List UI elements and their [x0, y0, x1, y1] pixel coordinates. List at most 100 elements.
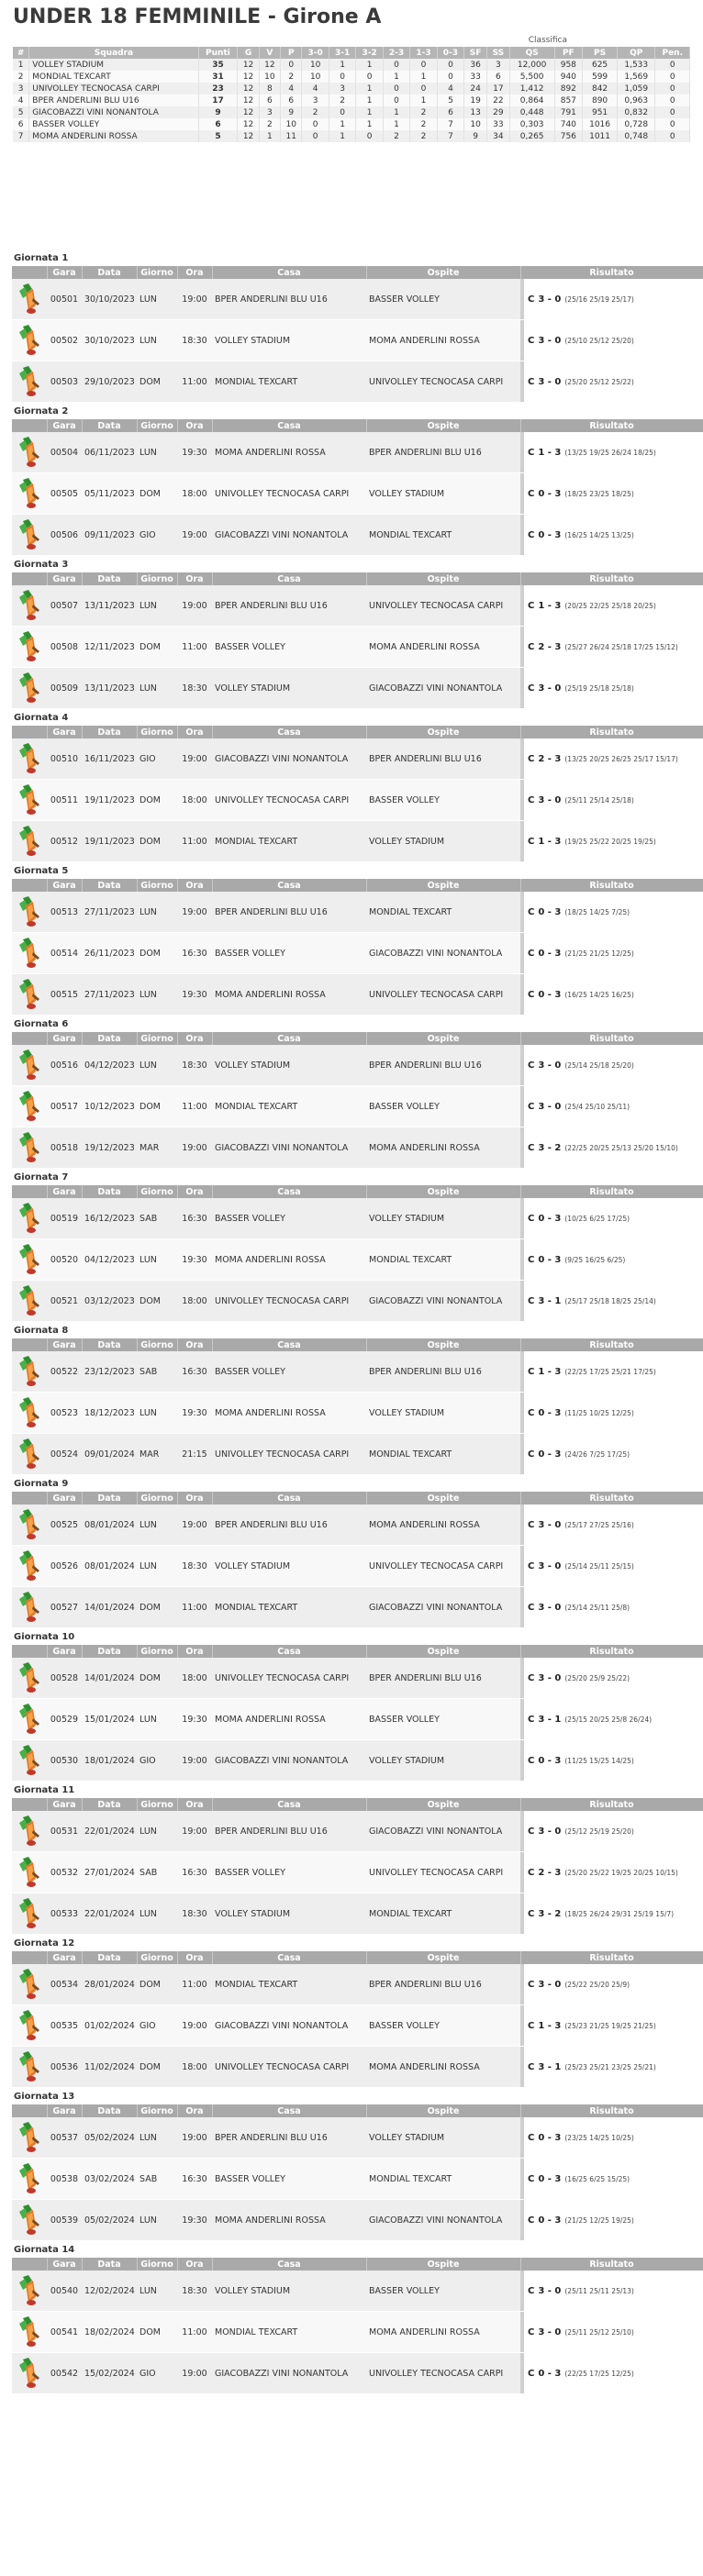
match-row[interactable]: 00542 15/02/2024 GIO 19:00 GIACOBAZZI VINI N…: [12, 2352, 703, 2394]
match-weekday: LUN: [137, 1811, 177, 1852]
match-score: 3 - 0: [538, 1519, 562, 1530]
match-time: 18:30: [177, 1045, 212, 1086]
match-row[interactable]: 00529 15/01/2024 LUN 19:30 MOMA ANDERLINI RO…: [12, 1698, 703, 1740]
match-row[interactable]: 00530 18/01/2024 GIO 19:00 GIACOBAZZI VINI N…: [12, 1739, 703, 1782]
match-row[interactable]: 00540 12/02/2024 LUN 18:30 VOLLEY STADIUM BAS…: [12, 2271, 703, 2312]
page-title: UNDER 18 FEMMINILE - Girone A: [13, 6, 382, 28]
match-away-team: MONDIAL TEXCART: [366, 1238, 520, 1281]
matches-header-cell: Gara: [47, 1798, 83, 1811]
match-row[interactable]: 00506 09/11/2023 GIO 19:00 GIACOBAZZI VINI N…: [12, 514, 703, 556]
match-away-team: VOLLEY STADIUM: [366, 472, 520, 515]
match-set-scores: (18/25 14/25 7/25): [564, 907, 630, 916]
matches-header-cell: Gara: [47, 1492, 83, 1505]
matches-header-cell: Ospite: [366, 1492, 521, 1505]
match-row[interactable]: 00537 05/02/2024 LUN 19:00 BPER ANDERLINI BL…: [12, 2117, 703, 2159]
match-row[interactable]: 00515 27/11/2023 LUN 19:30 MOMA ANDERLINI RO…: [12, 973, 703, 1016]
match-row[interactable]: 00510 16/11/2023 GIO 19:00 GIACOBAZZI VINI N…: [12, 738, 703, 780]
match-row[interactable]: 00517 10/12/2023 DOM 11:00 MONDIAL TEXCART BA…: [12, 1085, 703, 1127]
standings-cell: 0,963: [617, 94, 656, 106]
match-time: 19:30: [177, 973, 212, 1016]
match-score: 3 - 0: [538, 1602, 562, 1613]
match-row[interactable]: 00534 28/01/2024 DOM 11:00 MONDIAL TEXCART BP…: [12, 1964, 703, 2005]
match-row[interactable]: 00531 22/01/2024 LUN 19:00 BPER ANDERLINI BL…: [12, 1811, 703, 1852]
match-row[interactable]: 00508 12/11/2023 DOM 11:00 BASSER VOLLEY MOMA…: [12, 626, 703, 668]
match-row[interactable]: 00521 03/12/2023 DOM 18:00 UNIVOLLEY TECNOCA…: [12, 1280, 703, 1322]
match-time: 11:00: [177, 626, 212, 668]
matches-header-row: Gara Data Giorno Ora Casa Ospite Risultato: [12, 1951, 703, 1964]
match-row[interactable]: 00526 08/01/2024 LUN 18:30 VOLLEY STADIUM UNI…: [12, 1545, 703, 1587]
match-number: 00530: [47, 1739, 82, 1782]
matchday-block: Giornata 10 Gara Data Giorno Ora Casa Ospite Ri…: [0, 1630, 703, 1782]
match-away-team: BASSER VOLLEY: [366, 2004, 520, 2047]
standings-cell: 0: [329, 71, 357, 83]
match-away-team: BASSER VOLLEY: [366, 1698, 520, 1740]
match-set-scores: (22/25 17/25 25/21 17/25): [564, 1367, 656, 1376]
match-number: 00514: [47, 932, 82, 974]
match-row[interactable]: 00539 05/02/2024 LUN 19:30 MOMA ANDERLINI RO…: [12, 2199, 703, 2241]
match-row[interactable]: 00511 19/11/2023 DOM 18:00 UNIVOLLEY TECNOCA…: [12, 779, 703, 821]
match-result-prefix: C: [528, 1407, 535, 1418]
match-result: C1 - 3 (19/25 25/22 20/25 19/25): [520, 820, 703, 862]
match-row[interactable]: 00524 09/01/2024 MAR 21:15 UNIVOLLEY TECNOCA…: [12, 1433, 703, 1475]
matches-header-icon: [12, 572, 48, 585]
match-row[interactable]: 00509 13/11/2023 LUN 18:30 VOLLEY STADIUM GIA…: [12, 667, 703, 709]
match-row[interactable]: 00502 30/10/2023 LUN 18:30 VOLLEY STADIUM MOM…: [12, 319, 703, 361]
match-set-scores: (22/25 17/25 12/25): [564, 2369, 634, 2378]
matches-table: Gara Data Giorno Ora Casa Ospite Risultato 0050…: [12, 572, 703, 709]
match-result-box: C0 - 3 (18/25 23/25 18/25): [520, 473, 703, 514]
match-time: 18:00: [177, 2046, 212, 2088]
match-row[interactable]: 00528 14/01/2024 DOM 18:00 UNIVOLLEY TECNOCA…: [12, 1658, 703, 1699]
match-row[interactable]: 00507 13/11/2023 LUN 19:00 BPER ANDERLINI BL…: [12, 585, 703, 627]
match-score: 3 - 0: [538, 794, 562, 805]
standings-cell: 10: [301, 71, 329, 83]
match-row[interactable]: 00501 30/10/2023 LUN 19:00 BPER ANDERLINI BL…: [12, 279, 703, 320]
match-row[interactable]: 00513 27/11/2023 LUN 19:00 BPER ANDERLINI BL…: [12, 892, 703, 933]
match-number: 00513: [47, 892, 82, 933]
match-date: 06/11/2023: [82, 432, 137, 473]
match-row[interactable]: 00518 19/12/2023 MAR 19:00 GIACOBAZZI VINI N…: [12, 1127, 703, 1169]
match-result-box: C3 - 0 (25/17 27/25 25/16): [520, 1505, 703, 1545]
match-home-team: GIACOBAZZI VINI NONANTOLA: [212, 1127, 366, 1169]
match-row[interactable]: 00520 04/12/2023 LUN 19:30 MOMA ANDERLINI RO…: [12, 1238, 703, 1281]
match-row[interactable]: 00514 26/11/2023 DOM 16:30 BASSER VOLLEY GIAC…: [12, 932, 703, 974]
match-row[interactable]: 00527 14/01/2024 DOM 11:00 MONDIAL TEXCART GI…: [12, 1586, 703, 1628]
matchday-title: Giornata 12: [14, 1938, 75, 1949]
match-row[interactable]: 00505 05/11/2023 DOM 18:00 UNIVOLLEY TECNOCA…: [12, 472, 703, 515]
match-result-box: C3 - 0 (25/10 25/12 25/20): [520, 320, 703, 361]
match-number: 00533: [47, 1893, 82, 1935]
matchday-block: Giornata 3 Gara Data Giorno Ora Casa Ospite Ris…: [0, 558, 703, 709]
match-date: 04/12/2023: [82, 1045, 137, 1086]
shuttlecock-icon: [12, 2352, 47, 2394]
match-home-team: MONDIAL TEXCART: [212, 1964, 366, 2005]
standings-cell: 33: [463, 71, 488, 83]
match-number: 00536: [47, 2046, 82, 2088]
match-date: 30/10/2023: [82, 319, 137, 361]
match-row[interactable]: 00512 19/11/2023 DOM 11:00 MONDIAL TEXCART VO…: [12, 820, 703, 862]
matches-header-cell: Risultato: [520, 879, 703, 892]
match-number: 00540: [47, 2271, 82, 2312]
match-result-prefix: C: [528, 1366, 535, 1377]
matches-header-cell: Data: [82, 266, 138, 279]
match-row[interactable]: 00538 03/02/2024 SAB 16:30 BASSER VOLLEY MOND…: [12, 2158, 703, 2200]
match-row[interactable]: 00503 29/10/2023 DOM 11:00 MONDIAL TEXCART UN…: [12, 361, 703, 403]
matches-header-cell: Giorno: [137, 1338, 178, 1351]
standings-cell: 5: [198, 130, 239, 142]
match-row[interactable]: 00525 08/01/2024 LUN 19:00 BPER ANDERLINI BL…: [12, 1505, 703, 1546]
match-row[interactable]: 00504 06/11/2023 LUN 19:30 MOMA ANDERLINI RO…: [12, 432, 703, 473]
match-score: 3 - 0: [538, 2285, 562, 2296]
match-row[interactable]: 00523 18/12/2023 LUN 19:30 MOMA ANDERLINI RO…: [12, 1392, 703, 1434]
match-row[interactable]: 00536 11/02/2024 DOM 18:00 UNIVOLLEY TECNOCA…: [12, 2046, 703, 2088]
standings-cell: 0: [654, 94, 690, 106]
match-row[interactable]: 00541 18/02/2024 DOM 11:00 MONDIAL TEXCART MO…: [12, 2311, 703, 2353]
match-weekday: GIO: [137, 1739, 177, 1782]
match-row[interactable]: 00533 22/01/2024 LUN 18:30 VOLLEY STADIUM MON…: [12, 1893, 703, 1935]
match-row[interactable]: 00532 27/01/2024 SAB 16:30 BASSER VOLLEY UNIV…: [12, 1851, 703, 1893]
match-home-team: GIACOBAZZI VINI NONANTOLA: [212, 2352, 366, 2394]
match-row[interactable]: 00519 16/12/2023 SAB 16:30 BASSER VOLLEY VOLL…: [12, 1198, 703, 1239]
standings-cell: 0,448: [509, 106, 555, 118]
shuttlecock-icon: [12, 932, 47, 974]
match-row[interactable]: 00535 01/02/2024 GIO 19:00 GIACOBAZZI VINI N…: [12, 2004, 703, 2047]
match-row[interactable]: 00516 04/12/2023 LUN 18:30 VOLLEY STADIUM BPE…: [12, 1045, 703, 1086]
match-row[interactable]: 00522 23/12/2023 SAB 16:30 BASSER VOLLEY BPER…: [12, 1351, 703, 1393]
standings-cell: 6: [259, 94, 282, 106]
